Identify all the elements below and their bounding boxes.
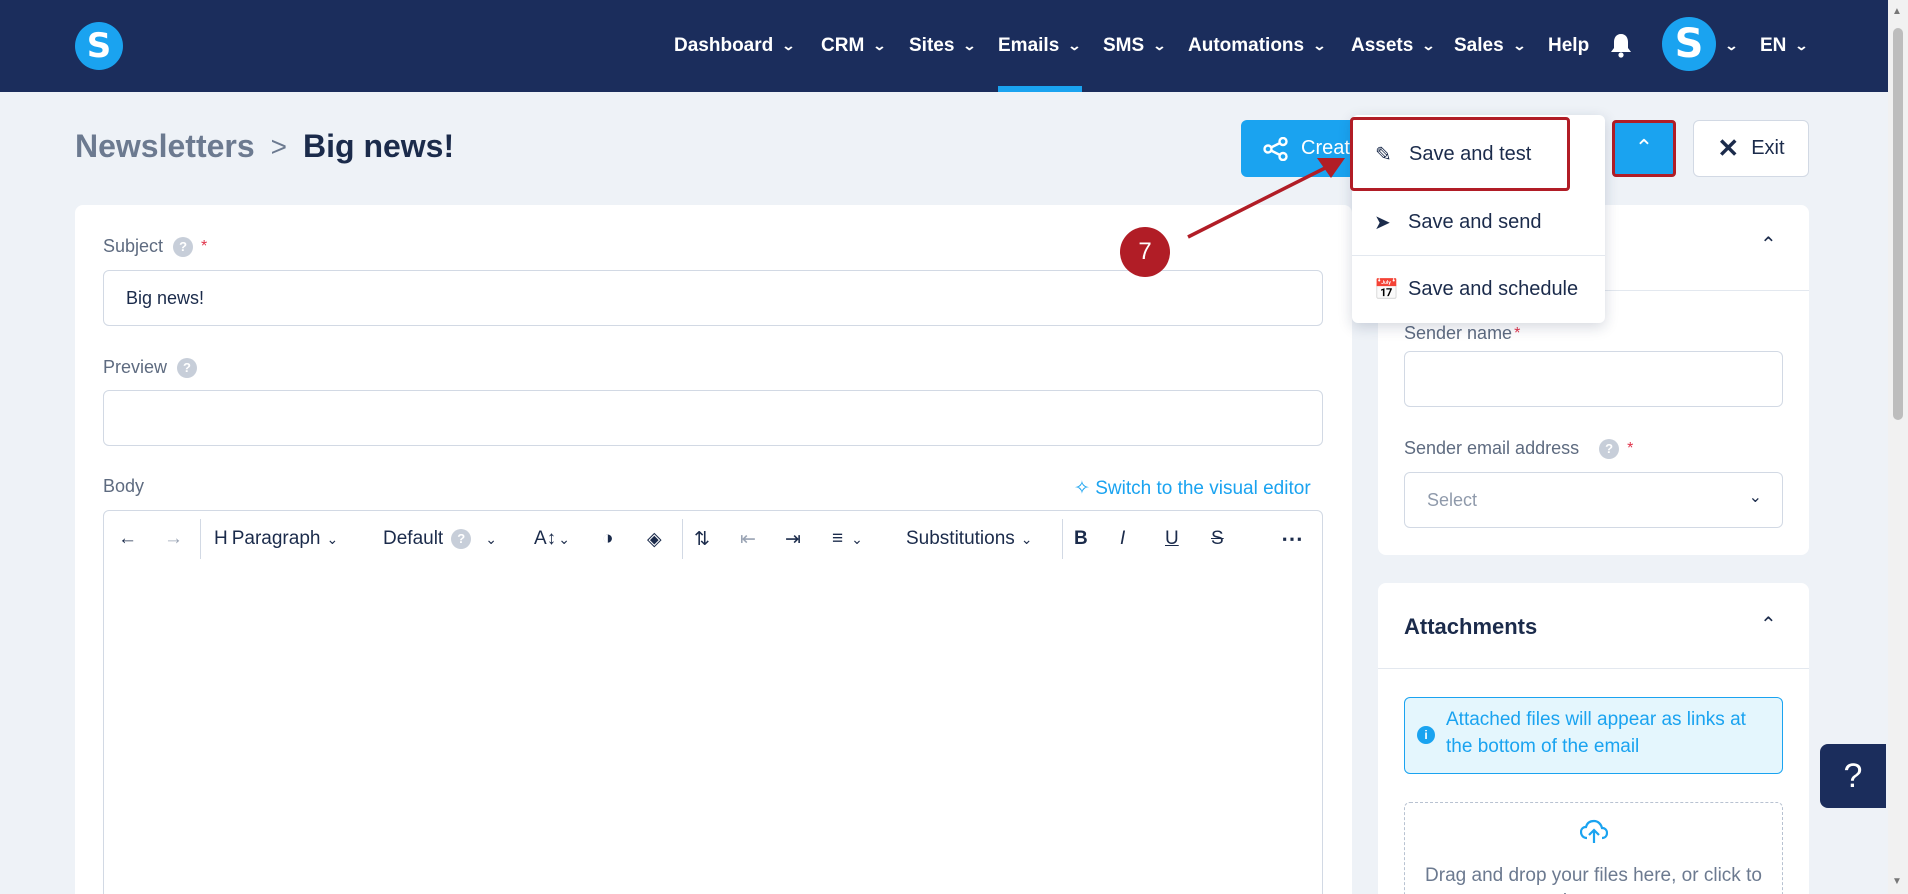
chevron-down-icon: ⌄ bbox=[1421, 38, 1436, 53]
redo-icon[interactable]: → bbox=[164, 511, 183, 567]
chevron-up-icon: ⌃ bbox=[1634, 135, 1654, 160]
line-height-icon[interactable]: ⇅ bbox=[694, 511, 710, 567]
toolbar-divider bbox=[1062, 519, 1063, 559]
toolbar-divider bbox=[682, 519, 683, 559]
sender-email-select[interactable]: Select ⌄ bbox=[1404, 472, 1783, 528]
bell-icon[interactable] bbox=[1610, 32, 1632, 58]
chevron-down-icon: ⌄ bbox=[1512, 38, 1527, 53]
subject-value: Big news! bbox=[126, 287, 205, 308]
nav-item-help[interactable]: Help bbox=[1548, 0, 1589, 92]
save-and-test-item[interactable]: ✎ Save and test bbox=[1350, 117, 1570, 191]
preview-input[interactable] bbox=[103, 390, 1323, 446]
text-color-icon[interactable]: ◑ bbox=[602, 511, 613, 567]
preview-label: Preview ? bbox=[103, 357, 198, 378]
scroll-up-arrow-icon[interactable]: ▲ bbox=[1892, 6, 1902, 17]
highlight-color-icon[interactable]: ◈ bbox=[647, 511, 662, 567]
outdent-icon[interactable]: ⇤ bbox=[740, 511, 756, 567]
switch-visual-editor-link[interactable]: ✧ Switch to the visual editor bbox=[1074, 477, 1311, 500]
breadcrumb-separator: > bbox=[270, 130, 287, 162]
paper-plane-icon: ➤ bbox=[1374, 211, 1391, 234]
chevron-down-icon: ⌄ bbox=[781, 38, 796, 53]
chevron-down-icon: ⌄ bbox=[872, 38, 887, 53]
align-dropdown-icon[interactable]: ≡ ⌄ bbox=[832, 511, 863, 567]
nav-item-sms[interactable]: SMS ⌄ bbox=[1103, 0, 1167, 92]
sender-name-label: Sender name * bbox=[1404, 323, 1521, 343]
pencil-icon: ✎ bbox=[1375, 143, 1392, 166]
font-family-dropdown[interactable]: Default ? ⌄ bbox=[383, 511, 497, 567]
magic-wand-icon: ✧ bbox=[1074, 478, 1090, 499]
save-and-send-item[interactable]: ➤ Save and send bbox=[1352, 189, 1605, 255]
chevron-down-icon: ⌄ bbox=[962, 38, 977, 53]
exit-button[interactable]: ✕ Exit bbox=[1693, 120, 1809, 177]
font-size-icon[interactable]: A↕ ⌄ bbox=[534, 511, 570, 567]
avatar-menu-chevron[interactable]: ⌄ bbox=[1724, 0, 1739, 92]
breadcrumb: Newsletters > Big news! bbox=[75, 128, 454, 165]
chevron-up-icon[interactable]: ⌃ bbox=[1760, 612, 1777, 637]
substitutions-dropdown[interactable]: Substitutions ⌄ bbox=[906, 511, 1033, 567]
subject-label: Subject ? * bbox=[103, 236, 208, 257]
calendar-clock-icon: 📅 bbox=[1374, 278, 1399, 301]
file-dropzone[interactable]: Drag and drop your files here, or click … bbox=[1404, 802, 1783, 894]
heading-icon: H bbox=[214, 528, 228, 549]
chevron-down-icon: ⌄ bbox=[1794, 38, 1809, 53]
sender-email-label: Sender email address ? * bbox=[1404, 438, 1634, 459]
indent-icon[interactable]: ⇥ bbox=[785, 511, 801, 567]
save-options-menu: ✎ Save and test ➤ Save and send 📅 Save a… bbox=[1350, 115, 1605, 323]
info-icon: i bbox=[1417, 726, 1435, 744]
step-badge: 7 bbox=[1120, 227, 1170, 277]
attachments-title: Attachments bbox=[1404, 614, 1538, 639]
user-avatar[interactable]: S bbox=[1662, 17, 1716, 71]
close-icon: ✕ bbox=[1717, 133, 1740, 163]
italic-icon[interactable]: I bbox=[1120, 511, 1125, 567]
bold-icon[interactable]: B bbox=[1074, 511, 1088, 567]
help-icon[interactable]: ? bbox=[177, 357, 198, 378]
subject-input[interactable]: Big news! bbox=[103, 270, 1323, 326]
attachments-info-box: i Attached files will appear as links at… bbox=[1404, 697, 1783, 774]
nav-active-indicator bbox=[998, 86, 1082, 92]
nav-item-automations[interactable]: Automations ⌄ bbox=[1188, 0, 1327, 92]
app-logo[interactable]: S bbox=[75, 22, 123, 70]
share-icon bbox=[1263, 136, 1288, 161]
breadcrumb-parent[interactable]: Newsletters bbox=[75, 128, 255, 165]
nav-item-dashboard[interactable]: Dashboard ⌄ bbox=[674, 0, 796, 92]
chevron-down-icon: ⌄ bbox=[1067, 38, 1082, 53]
underline-icon[interactable]: U bbox=[1165, 511, 1179, 567]
card-divider bbox=[1378, 668, 1809, 669]
body-editor[interactable] bbox=[103, 565, 1323, 894]
save-options-toggle-button[interactable]: ⌃ bbox=[1612, 120, 1676, 177]
editor-toolbar: ← → H Paragraph ⌄ Default ? ⌄ A↕ ⌄ ◑ ◈ ⇅ … bbox=[103, 510, 1323, 566]
chevron-down-icon: ⌄ bbox=[1724, 38, 1739, 53]
save-and-schedule-item[interactable]: 📅 Save and schedule bbox=[1352, 256, 1605, 322]
more-options-icon[interactable]: ⋯ bbox=[1281, 511, 1303, 567]
undo-icon[interactable]: ← bbox=[118, 511, 137, 567]
nav-item-emails[interactable]: Emails ⌄ bbox=[998, 0, 1082, 92]
top-nav-bar: S Dashboard ⌄ CRM ⌄ Sites ⌄ Emails ⌄ SMS ⌄ Au… bbox=[0, 0, 1908, 92]
chevron-down-icon: ⌄ bbox=[1748, 489, 1762, 506]
paragraph-style-dropdown[interactable]: H Paragraph ⌄ bbox=[214, 511, 338, 567]
chevron-down-icon: ⌄ bbox=[1312, 38, 1327, 53]
toolbar-divider bbox=[200, 519, 201, 559]
nav-item-sites[interactable]: Sites ⌄ bbox=[909, 0, 977, 92]
required-mark: * bbox=[201, 237, 208, 255]
scrollbar-thumb[interactable] bbox=[1893, 28, 1903, 420]
nav-item-assets[interactable]: Assets ⌄ bbox=[1351, 0, 1436, 92]
upload-cloud-icon bbox=[1580, 819, 1608, 843]
help-icon[interactable]: ? bbox=[1599, 438, 1620, 459]
nav-item-crm[interactable]: CRM ⌄ bbox=[821, 0, 887, 92]
chevron-up-icon[interactable]: ⌃ bbox=[1760, 232, 1777, 257]
scroll-down-arrow-icon[interactable]: ▼ bbox=[1892, 876, 1902, 887]
language-selector[interactable]: EN ⌄ bbox=[1760, 0, 1809, 92]
body-label: Body bbox=[103, 476, 145, 496]
help-icon[interactable]: ? bbox=[451, 529, 472, 549]
sender-name-input[interactable] bbox=[1404, 351, 1783, 407]
page-title: Big news! bbox=[303, 128, 455, 164]
strikethrough-icon[interactable]: S bbox=[1211, 511, 1224, 567]
chevron-down-icon: ⌄ bbox=[326, 530, 339, 547]
chevron-down-icon: ⌄ bbox=[485, 530, 497, 547]
chevron-down-icon: ⌄ bbox=[1020, 530, 1033, 547]
help-icon[interactable]: ? bbox=[173, 236, 194, 257]
chevron-down-icon: ⌄ bbox=[1152, 38, 1167, 53]
nav-item-sales[interactable]: Sales ⌄ bbox=[1454, 0, 1527, 92]
floating-help-button[interactable]: ? bbox=[1820, 744, 1886, 808]
